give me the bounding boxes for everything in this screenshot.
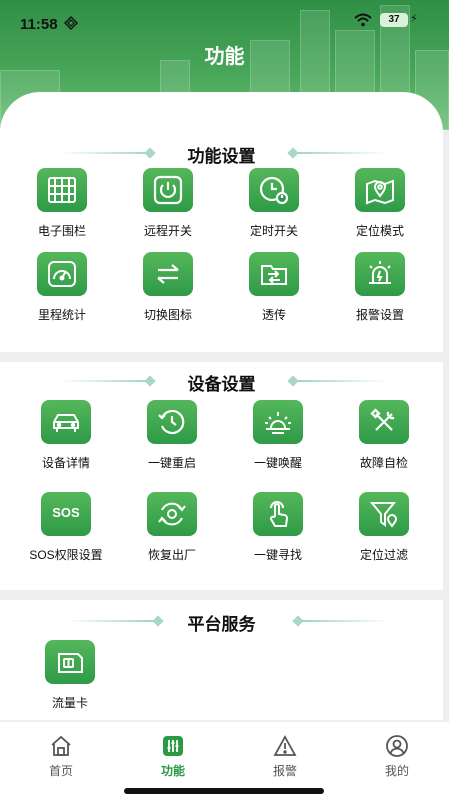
siren-icon [355, 252, 405, 296]
fault-self-check-button[interactable]: 故障自检 [334, 400, 434, 480]
warning-triangle-icon [273, 735, 297, 756]
swap-arrows-icon [143, 252, 193, 296]
sim-status-icon [64, 16, 78, 30]
fence-icon [37, 168, 87, 212]
sos-permission-button[interactable]: SOS SOS权限设置 [16, 492, 116, 572]
item-label: 恢复出厂 [147, 548, 196, 562]
tab-alarm[interactable]: 报警 [250, 734, 320, 780]
sos-icon: SOS [41, 492, 91, 536]
item-label: 一键重启 [147, 456, 196, 470]
item-label: 电子围栏 [37, 224, 86, 238]
one-click-restart-button[interactable]: 一键重启 [122, 400, 222, 480]
item-label: 定位过滤 [359, 548, 408, 562]
remote-switch-button[interactable]: 远程开关 [118, 168, 218, 248]
page-title: 功能 [204, 46, 245, 68]
power-icon [143, 168, 193, 212]
one-click-find-button[interactable]: 一键寻找 [228, 492, 328, 572]
section-header: 功能设置 [0, 138, 443, 168]
sos-badge: SOS [52, 505, 80, 520]
item-label: 一键唤醒 [253, 456, 302, 470]
section-title: 设备设置 [187, 375, 256, 394]
item-label: 远程开关 [143, 224, 192, 238]
map-pin-icon [355, 168, 405, 212]
car-icon [41, 400, 91, 444]
item-label: 流量卡 [51, 696, 88, 710]
device-settings-card: 设备设置 设备详情 一键重启 一键唤醒 故障自检 SOS SOS权限设置 恢复出… [0, 362, 443, 590]
function-settings-card: 功能设置 电子围栏 远程开关 定时开关 定位模式 里程统计 切换图标 透传 报警… [0, 92, 443, 352]
data-card-button[interactable]: 流量卡 [20, 640, 120, 720]
one-click-wake-button[interactable]: 一键唤醒 [228, 400, 328, 480]
section-title: 功能设置 [187, 147, 256, 166]
wifi-icon [354, 13, 372, 27]
passthrough-button[interactable]: 透传 [224, 252, 324, 332]
platform-services-card: 平台服务 流量卡 [0, 600, 443, 720]
tab-home[interactable]: 首页 [26, 734, 96, 780]
transparent-transfer-icon [249, 252, 299, 296]
mileage-button[interactable]: 里程统计 [12, 252, 112, 332]
restart-clock-icon [147, 400, 197, 444]
filter-pin-icon [359, 492, 409, 536]
item-label: 设备详情 [41, 456, 90, 470]
item-label: 报警设置 [355, 308, 404, 322]
item-label: 透传 [261, 308, 286, 322]
home-icon [51, 735, 71, 756]
battery-indicator: 37 [380, 13, 408, 27]
item-label: SOS权限设置 [29, 548, 103, 562]
timer-switch-button[interactable]: 定时开关 [224, 168, 324, 248]
factory-reset-button[interactable]: 恢复出厂 [122, 492, 222, 572]
item-label: 故障自检 [359, 456, 408, 470]
timer-power-icon [249, 168, 299, 212]
speedometer-icon [37, 252, 87, 296]
status-bar: 11:58 37 ⚡ [0, 0, 449, 40]
tab-label: 功能 [160, 764, 185, 778]
section-header: 设备设置 [0, 366, 443, 396]
tab-label: 我的 [384, 764, 409, 778]
tap-hand-icon [253, 492, 303, 536]
location-filter-button[interactable]: 定位过滤 [334, 492, 434, 572]
alarm-settings-button[interactable]: 报警设置 [330, 252, 430, 332]
fence-button[interactable]: 电子围栏 [12, 168, 112, 248]
item-label: 一键寻找 [253, 548, 302, 562]
tab-label: 报警 [272, 764, 297, 778]
item-label: 切换图标 [143, 308, 192, 322]
user-icon [386, 735, 408, 757]
device-details-button[interactable]: 设备详情 [16, 400, 116, 480]
home-indicator [0, 784, 449, 800]
charging-icon: ⚡ [410, 13, 418, 25]
item-label: 里程统计 [37, 308, 86, 322]
tab-function[interactable]: 功能 [138, 734, 208, 780]
sim-card-icon [45, 640, 95, 684]
location-mode-button[interactable]: 定位模式 [330, 168, 430, 248]
tab-mine[interactable]: 我的 [362, 734, 432, 780]
item-label: 定时开关 [249, 224, 298, 238]
status-time: 11:58 [20, 16, 58, 33]
tab-label: 首页 [48, 764, 73, 778]
bottom-tab-bar: 首页 功能 报警 我的 [0, 722, 449, 784]
tools-icon [359, 400, 409, 444]
section-header: 平台服务 [0, 606, 443, 636]
item-label: 定位模式 [355, 224, 404, 238]
function-sliders-icon [163, 736, 183, 756]
reset-gear-icon [147, 492, 197, 536]
switch-icon-button[interactable]: 切换图标 [118, 252, 218, 332]
sunrise-icon [253, 400, 303, 444]
section-title: 平台服务 [187, 615, 256, 634]
